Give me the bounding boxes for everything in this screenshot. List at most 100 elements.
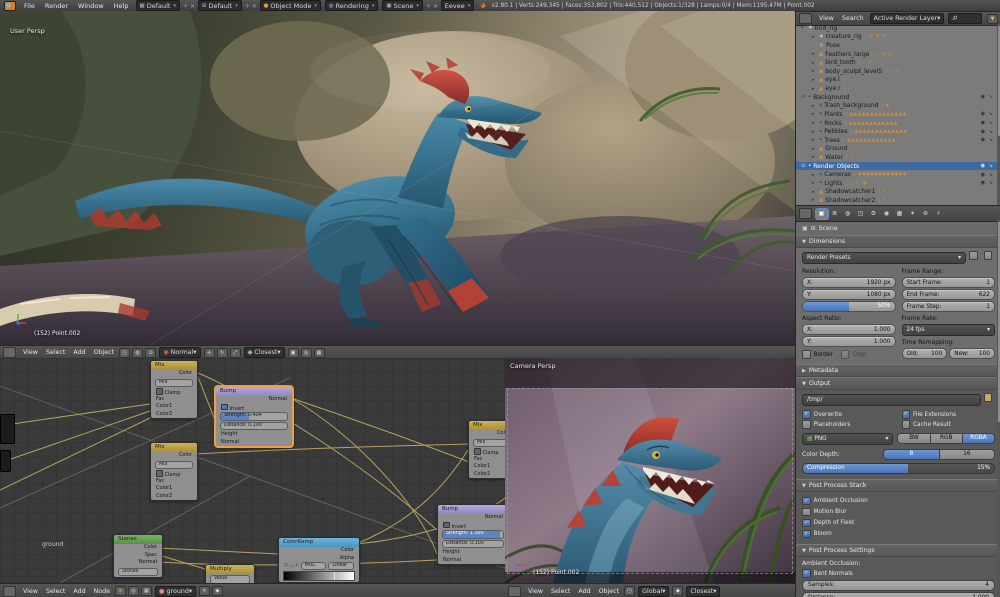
resolution-x-field[interactable]: X: 1920 px xyxy=(802,277,896,288)
outliner-row[interactable]: ▸ ▲ Feathers_large | ∴ ⚙ ◎ xyxy=(796,50,997,59)
tab-object[interactable]: ◳ xyxy=(855,209,867,219)
tab-texture[interactable]: ▦ xyxy=(894,209,906,219)
outliner-row[interactable]: ▸ ▲ Ground | ∴ ∷ xyxy=(796,145,997,154)
manipulator-icon[interactable]: ✛ xyxy=(203,347,215,358)
node-header[interactable]: Multiply xyxy=(206,565,254,574)
screen-layout-selector[interactable]: ▦ Default ▾ xyxy=(135,0,180,11)
expander-icon[interactable]: ▸ xyxy=(812,86,819,92)
panel-output-header[interactable]: ▼ Output xyxy=(796,377,1000,390)
outliner-row[interactable]: ▸ ✶ creature_rig | ⚙ ⚙ ⚙ xyxy=(796,33,997,42)
tab-world[interactable]: ◍ xyxy=(842,209,854,219)
magnet-icon[interactable]: ◆ xyxy=(672,586,684,596)
menu-select[interactable]: Select xyxy=(46,588,65,595)
node-colorramp[interactable]: ColorRamp Color Alpha ○ ◡ ⊥ MUL Linear xyxy=(278,537,360,583)
expander-icon[interactable]: ⊙ xyxy=(801,94,808,100)
node-header[interactable]: Bump xyxy=(216,387,292,396)
node-header[interactable]: Mix xyxy=(151,361,197,370)
crop-checkbox-row[interactable]: Crop xyxy=(840,350,866,359)
editor-type-icon[interactable] xyxy=(3,347,16,358)
search-field[interactable]: ⚲ xyxy=(948,13,983,24)
outliner-item-label[interactable]: Cameras xyxy=(824,171,851,178)
ramp-controls[interactable]: ○ ◡ ⊥ MUL Linear xyxy=(279,561,359,570)
pivot-icon[interactable]: ⊙ xyxy=(145,347,157,358)
tab-modifiers[interactable]: ⚙ xyxy=(868,209,880,219)
fps-dropdown[interactable]: 24 fps ▾ xyxy=(901,324,995,336)
setting-field[interactable]: Samples: 4 xyxy=(802,579,995,591)
folder-icon[interactable] xyxy=(983,393,992,402)
panel-pp-settings-header[interactable]: ▼ Post Process Settings xyxy=(796,544,1000,557)
blend-mode-dropdown[interactable]: Mix xyxy=(155,460,193,469)
invert-checkbox[interactable] xyxy=(443,521,450,528)
outliner-item-label[interactable]: bird_rig xyxy=(815,25,838,32)
scene-add-remove-icons[interactable]: ＋ ✕ xyxy=(245,2,257,10)
node-mix-2[interactable]: Mix Color Mix Clamp Fac Color1 Color2 xyxy=(150,442,198,501)
outliner-row[interactable]: ⊙ • Render Objects ◉ ↘ xyxy=(796,161,997,171)
pp-stack-row[interactable]: ✓ Depth of Field xyxy=(802,518,995,528)
outliner-item-label[interactable]: Ground xyxy=(825,145,847,152)
ramp-stop-handle[interactable] xyxy=(334,571,336,580)
layers-icon[interactable]: ▦ xyxy=(313,347,325,358)
menu-view[interactable]: View xyxy=(819,15,834,22)
expander-icon[interactable]: ▸ xyxy=(812,197,819,203)
outliner-item-label[interactable]: Render Objects xyxy=(813,163,859,170)
pp-stack-checkbox[interactable] xyxy=(802,507,811,517)
outliner-item-label[interactable]: Background xyxy=(813,94,849,101)
outliner-item-label[interactable]: Shadowcatcher1 xyxy=(825,188,875,195)
depth-16[interactable]: 16 xyxy=(939,449,995,460)
invert-row[interactable]: Invert xyxy=(216,403,292,412)
snap-selector[interactable]: Closest ▾ xyxy=(686,585,721,597)
mode-icon[interactable]: ◳ xyxy=(624,586,636,596)
node-bump-1[interactable]: Bump Normal Invert Strength: 0.404 Dista… xyxy=(215,386,293,447)
expander-icon[interactable]: ⊙ xyxy=(801,163,808,169)
menu-object[interactable]: Object xyxy=(599,588,620,595)
remap-new-field[interactable]: New: 100 xyxy=(949,348,995,359)
outliner-item-label[interactable]: Rocks xyxy=(824,120,841,127)
camera-viewport[interactable]: Camera Persp (152) Point.002 xyxy=(505,358,795,583)
ramp-add-delete-icons[interactable]: ○ ◡ ⊥ xyxy=(284,562,299,570)
visibility-icons[interactable]: ◉ ↘ xyxy=(980,120,997,126)
visibility-icons[interactable]: ◉ ↘ xyxy=(980,129,997,135)
editor-type-icon[interactable] xyxy=(799,208,812,219)
aspect-y-field[interactable]: Y: 1.000 xyxy=(802,336,896,347)
snap-selector[interactable]: ◆ Closest ▾ xyxy=(243,347,285,358)
bent-normals-row[interactable]: ✓ Bent Normals xyxy=(802,569,995,578)
clamp-row[interactable]: Clamp xyxy=(151,388,197,396)
outliner-row[interactable]: ▸ ▲ bird_tooth | ∴ ◎ xyxy=(796,58,997,67)
aspect-x-field[interactable]: X: 1.000 xyxy=(802,324,896,335)
distance-field[interactable]: Distance: 0.100 xyxy=(442,539,504,548)
pp-stack-checkbox[interactable]: ✓ xyxy=(802,518,811,528)
outliner-item-label[interactable]: Water xyxy=(825,154,843,161)
outliner-item-label[interactable]: eye.r xyxy=(825,85,840,92)
setting-field[interactable]: Distance:1.000 xyxy=(802,592,995,597)
node-group-stones[interactable]: Stones Color Spec Normal Stones xyxy=(113,534,163,578)
expander-icon[interactable]: ▾ xyxy=(801,25,808,31)
node-multiply[interactable]: Multiply Value xyxy=(205,564,255,583)
pp-stack-checkbox[interactable]: ✓ xyxy=(802,529,811,539)
tab-scene[interactable]: ≣ xyxy=(829,209,841,219)
editor-type-icon[interactable] xyxy=(799,13,812,24)
outliner-row[interactable]: ▸ • Rocks | ▲▲▲▲▲▲▲▲▲▲▲▲ ◉ ↘ xyxy=(796,119,997,128)
outliner-row[interactable]: ▸ • Trash_background | ▲ xyxy=(796,101,997,110)
node-header[interactable]: Mix xyxy=(151,443,197,452)
expander-icon[interactable]: ▸ xyxy=(812,154,819,160)
menu-add[interactable]: Add xyxy=(73,349,85,356)
render-presets-dropdown[interactable]: Render Presets ▾ xyxy=(802,252,966,264)
outliner-row[interactable]: ▸ ▲ body_sculpt_level5 | ∴ ◎ xyxy=(796,67,997,76)
outliner-row[interactable]: ▸ ▲ eye.l | ∴ xyxy=(796,76,997,85)
menu-select[interactable]: Select xyxy=(551,588,570,595)
expander-icon[interactable]: ▸ xyxy=(812,129,819,135)
menu-help[interactable]: Help xyxy=(114,2,129,10)
channel-toggle[interactable]: BW RGB RGBA xyxy=(897,433,996,445)
expander-icon[interactable]: ▸ xyxy=(812,34,819,40)
panel-pp-stack-header[interactable]: ▼ Post Process Stack xyxy=(796,479,1000,492)
panel-dimensions-header[interactable]: ▼ Dimensions xyxy=(796,235,1000,248)
end-frame-field[interactable]: End Frame: 622 xyxy=(901,289,995,300)
output-path-field[interactable]: /tmp/ xyxy=(802,394,981,406)
outliner-item-label[interactable]: Lights xyxy=(824,180,842,187)
clamp-checkbox[interactable] xyxy=(156,388,163,395)
scene-pin-icons[interactable]: ＋ ✕ xyxy=(426,2,438,10)
outliner-item-label[interactable]: Plants xyxy=(824,111,842,118)
node-mix-3[interactable]: Mix Color Mix Clamp Fac Color1 Color2 xyxy=(468,420,505,479)
ramp-blend-dropdown[interactable]: MUL xyxy=(300,561,327,570)
border-checkbox[interactable] xyxy=(802,350,811,359)
